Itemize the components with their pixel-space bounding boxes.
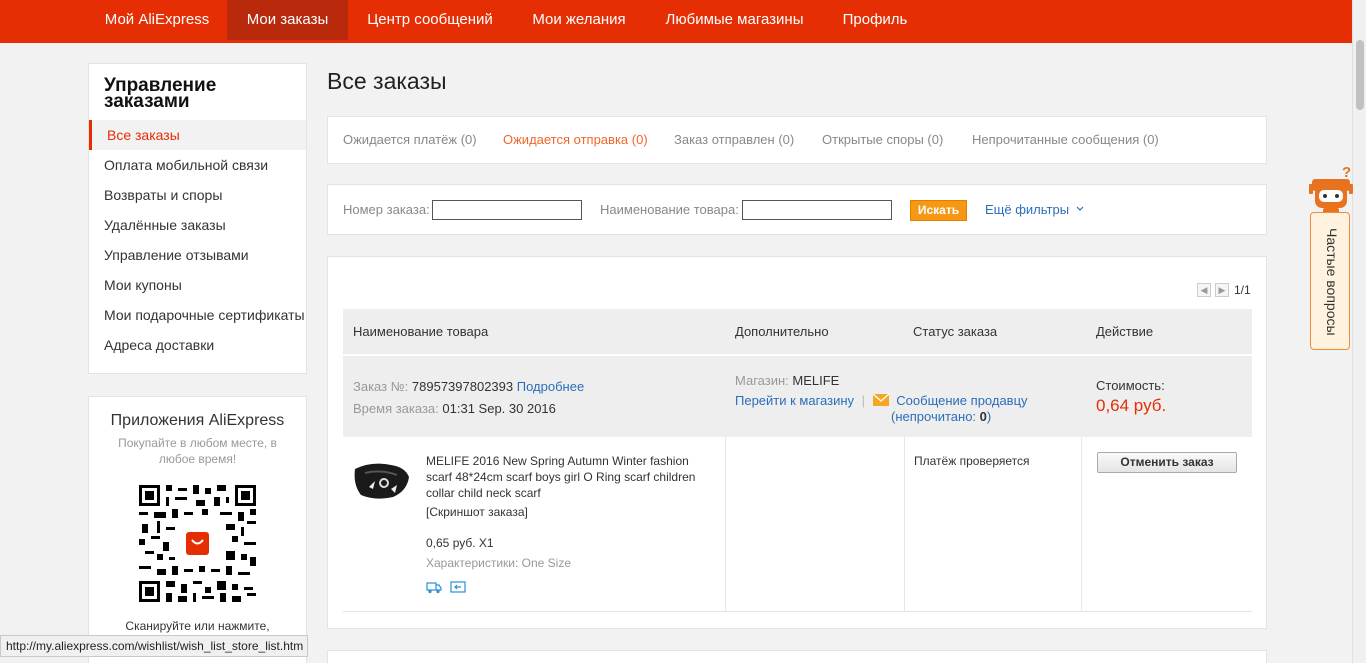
tab-awaiting-shipment[interactable]: Ожидается отправка (0) [503, 117, 648, 163]
next-order-box [327, 650, 1267, 663]
store-label: Магазин: [735, 373, 789, 388]
store-actions-line: Перейти к магазину | Сообщение продавцу [735, 393, 1028, 408]
sidebar-item-feedback[interactable]: Управление отзывами [89, 240, 306, 270]
unread-messages-line[interactable]: (непрочитано: 0) [891, 409, 991, 424]
order-number-label: Заказ №: [353, 379, 409, 394]
table-header: Наименование товара Дополнительно Статус… [343, 309, 1252, 354]
message-seller-link[interactable]: Сообщение продавцу [896, 393, 1027, 408]
order-item-row: MELIFE 2016 New Spring Autumn Winter fas… [343, 437, 1252, 612]
order-details-link[interactable]: Подробнее [517, 379, 584, 394]
cancel-order-button[interactable]: Отменить заказ [1097, 452, 1237, 473]
tab-open-disputes[interactable]: Открытые споры (0) [822, 117, 943, 163]
nav-item-favorite-stores[interactable]: Любимые магазины [652, 0, 817, 40]
pager-next-icon[interactable]: ▶ [1215, 283, 1229, 297]
more-filters-label: Ещё фильтры [985, 202, 1070, 217]
product-properties: Характеристики: One Size [426, 556, 571, 570]
product-name-label: Наименование товара: [600, 202, 739, 217]
nav-item-message-center[interactable]: Центр сообщений [355, 0, 505, 40]
props-value: One Size [521, 556, 572, 570]
column-header-action: Действие [1096, 324, 1154, 339]
store-name: MELIFE [792, 373, 840, 388]
faq-tab[interactable]: Частые вопросы [1310, 212, 1350, 350]
envelope-icon [872, 393, 890, 406]
divider: | [861, 393, 866, 408]
order-time-label: Время заказа: [353, 401, 439, 416]
page-scrollbar[interactable] [1352, 0, 1366, 663]
aliexpress-logo [184, 530, 211, 557]
app-promo-title: Приложения AliExpress [110, 412, 285, 429]
pager-prev-icon[interactable]: ◀ [1197, 283, 1211, 297]
order-time: 01:31 Sep. 30 2016 [442, 401, 556, 416]
robot-help-icon[interactable]: ? [1308, 160, 1354, 216]
order-number-line: Заказ №: 78957397802393 Подробнее [353, 379, 584, 394]
order-cost: 0,64 руб. [1096, 396, 1167, 415]
return-icon [450, 581, 466, 593]
app-promo: Приложения AliExpress Покупайте в любом … [88, 396, 307, 663]
product-thumbnail[interactable] [351, 455, 413, 505]
browser-status-url: http://my.aliexpress.com/wishlist/wish_l… [0, 635, 308, 657]
sidebar-item-all-orders[interactable]: Все заказы [89, 120, 306, 150]
cost-label: Стоимость: [1096, 378, 1165, 393]
sidebar-heading: Управление заказами [104, 75, 217, 112]
sidebar-item-returns-disputes[interactable]: Возвраты и споры [89, 180, 306, 210]
column-header-product: Наименование товара [353, 324, 489, 339]
order-number: 78957397802393 [411, 379, 514, 394]
faq-label: Частые вопросы [1324, 228, 1340, 336]
order-snapshot-link[interactable]: [Скриншот заказа] [426, 505, 528, 519]
sidebar-item-mobile-payment[interactable]: Оплата мобильной связи [89, 150, 306, 180]
orders-list: ◀ ▶ 1/1 Наименование товара Дополнительн… [327, 256, 1267, 629]
top-navigation: Мой AliExpress Мои заказы Центр сообщени… [0, 0, 1352, 43]
nav-item-my-orders[interactable]: Мои заказы [227, 0, 348, 40]
unread-count: 0 [979, 409, 987, 424]
product-name-input[interactable] [742, 200, 892, 220]
column-divider [904, 437, 905, 612]
unread-suffix: ) [986, 409, 992, 424]
goto-store-link[interactable]: Перейти к магазину [735, 393, 854, 408]
order-number-label: Номер заказа: [343, 202, 430, 217]
sidebar-item-deleted-orders[interactable]: Удалённые заказы [89, 210, 306, 240]
shipping-icon [426, 582, 442, 594]
nav-item-wishlist[interactable]: Мои желания [520, 0, 638, 40]
order-status-tabs: Ожидается платёж (0) Ожидается отправка … [327, 116, 1267, 164]
more-filters-link[interactable]: Ещё фильтры [985, 202, 1084, 217]
svg-text:?: ? [1342, 164, 1351, 181]
sidebar-item-addresses[interactable]: Адреса доставки [89, 330, 306, 360]
order-management-sidebar: Управление заказами Все заказы Оплата мо… [88, 63, 307, 374]
store-line: Магазин: MELIFE [735, 373, 839, 388]
pager-text: 1/1 [1234, 283, 1251, 297]
price-quantity: 0,65 руб. X1 [426, 536, 494, 550]
sidebar-item-gift-cards[interactable]: Мои подарочные сертификаты [89, 300, 306, 330]
props-label: Характеристики: [426, 556, 519, 570]
scrollbar-thumb[interactable] [1356, 40, 1364, 110]
tab-awaiting-payment[interactable]: Ожидается платёж (0) [343, 117, 477, 163]
order-time-line: Время заказа: 01:31 Sep. 30 2016 [353, 401, 556, 416]
sidebar-item-coupons[interactable]: Мои купоны [89, 270, 306, 300]
tab-unread-messages[interactable]: Непрочитанные сообщения (0) [972, 117, 1159, 163]
column-divider [1081, 437, 1082, 612]
tab-shipped[interactable]: Заказ отправлен (0) [674, 117, 794, 163]
nav-item-my-aliexpress[interactable]: Мой AliExpress [93, 0, 221, 40]
product-name-link[interactable]: MELIFE 2016 New Spring Autumn Winter fas… [426, 453, 716, 501]
page-title: Все заказы [327, 68, 447, 94]
order-filters: Номер заказа: Наименование товара: Искат… [327, 184, 1267, 235]
search-button[interactable]: Искать [910, 200, 967, 221]
order-status: Платёж проверяется [914, 454, 1030, 468]
app-promo-scan-text: Сканируйте или нажмите, [125, 619, 270, 633]
unread-prefix: (непрочитано: [891, 409, 980, 424]
column-header-status: Статус заказа [913, 324, 998, 339]
app-promo-subtitle: Покупайте в любом месте, в любое время! [118, 436, 277, 466]
nav-item-profile[interactable]: Профиль [832, 0, 918, 40]
order-header-row: Заказ №: 78957397802393 Подробнее Время … [343, 356, 1252, 437]
chevron-down-icon [1076, 206, 1084, 211]
column-divider [725, 437, 726, 612]
order-number-input[interactable] [432, 200, 582, 220]
qr-code[interactable] [139, 485, 256, 602]
column-header-additional: Дополнительно [735, 324, 829, 339]
